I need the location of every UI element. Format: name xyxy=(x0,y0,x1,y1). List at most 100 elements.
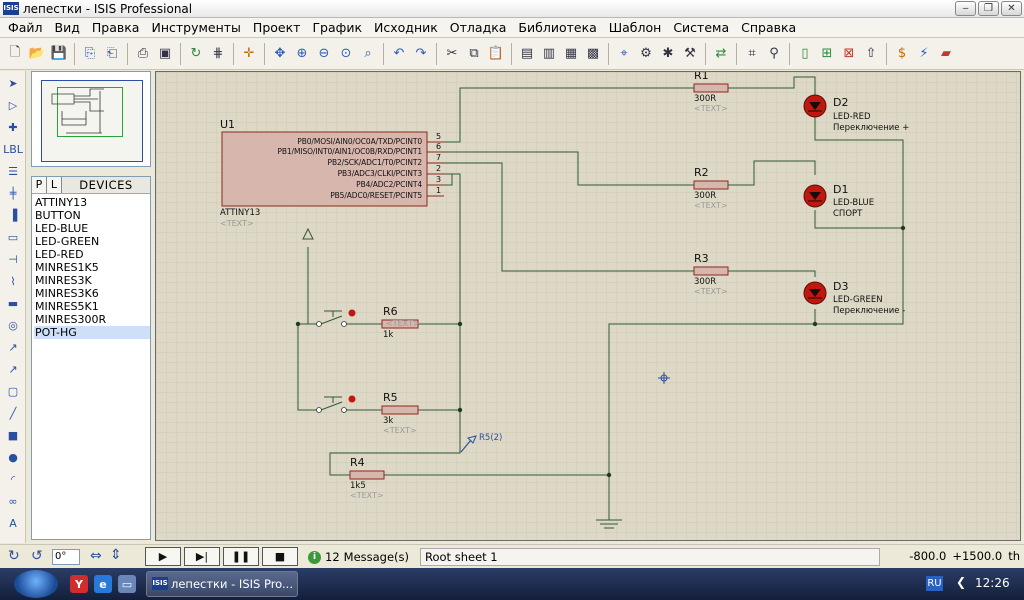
schematic-canvas[interactable]: U1 ATTINY13 <TEXT> PB0/MOSI/AIN0/OC0A/TX… xyxy=(155,71,1021,541)
arc-tool-icon[interactable]: ◜ xyxy=(2,469,24,489)
property-tool-icon[interactable]: ⚲ xyxy=(764,44,784,64)
menu-tools[interactable]: Инструменты xyxy=(145,20,246,35)
packaging-tool-icon[interactable]: ✱ xyxy=(658,44,678,64)
pan-icon[interactable]: ✥ xyxy=(270,44,290,64)
rotation-angle-field[interactable]: 0° xyxy=(52,549,80,565)
path-tool-icon[interactable]: ∞ xyxy=(2,491,24,511)
paste-icon[interactable]: 📋 xyxy=(486,44,506,64)
zoom-out-icon[interactable]: ⊖ xyxy=(314,44,334,64)
remove-sheet-icon[interactable]: ⊠ xyxy=(839,44,859,64)
ares-netlist-icon[interactable]: ▰ xyxy=(936,44,956,64)
menu-template[interactable]: Шаблон xyxy=(603,20,668,35)
mirror-horizontal-icon[interactable]: ⇔ xyxy=(90,548,102,564)
open-folder-icon[interactable]: 📂 xyxy=(27,44,47,64)
electrical-check-icon[interactable]: ⚡ xyxy=(914,44,934,64)
origin-icon[interactable]: ✛ xyxy=(239,44,259,64)
menu-debug[interactable]: Отладка xyxy=(444,20,513,35)
print-icon[interactable]: ⎙ xyxy=(133,44,153,64)
new-sheet-icon[interactable]: ▯ xyxy=(795,44,815,64)
line-tool-icon[interactable]: ╱ xyxy=(2,403,24,423)
maximize-button[interactable]: ❐ xyxy=(978,1,999,16)
buses-mode-icon[interactable]: ╪ xyxy=(2,183,24,203)
device-item[interactable]: MINRES5K1 xyxy=(34,300,150,313)
export-icon[interactable]: ⎗ xyxy=(102,44,122,64)
refresh-icon[interactable]: ↻ xyxy=(186,44,206,64)
generator-mode-icon[interactable]: ◎ xyxy=(2,315,24,335)
device-item[interactable]: ATTINY13 xyxy=(34,196,150,209)
device-item[interactable]: MINRES300R xyxy=(34,313,150,326)
print-area-icon[interactable]: ▣ xyxy=(155,44,175,64)
play-button[interactable]: ▶ xyxy=(145,547,181,566)
device-item-selected[interactable]: POT-HG xyxy=(34,326,150,339)
device-pins-mode-icon[interactable]: ⊣ xyxy=(2,249,24,269)
menu-system[interactable]: Система xyxy=(667,20,735,35)
virtual-instruments-icon[interactable]: ▢ xyxy=(2,381,24,401)
selection-mode-icon[interactable]: ➤ xyxy=(2,73,24,93)
internet-explorer-icon[interactable]: e xyxy=(94,575,112,593)
menu-source[interactable]: Исходник xyxy=(368,20,444,35)
new-file-icon[interactable]: 🗋 xyxy=(5,44,25,64)
copy-icon[interactable]: ⧉ xyxy=(464,44,484,64)
undo-icon[interactable]: ↶ xyxy=(389,44,409,64)
step-button[interactable]: ▶| xyxy=(184,547,220,566)
device-item[interactable]: MINRES3K6 xyxy=(34,287,150,300)
import-icon[interactable]: ⎘ xyxy=(80,44,100,64)
block-move-icon[interactable]: ▥ xyxy=(539,44,559,64)
tray-expand-icon[interactable]: ❮ xyxy=(956,575,966,589)
yandex-icon[interactable]: Y xyxy=(70,575,88,593)
wire-label-mode-icon[interactable]: LBL xyxy=(2,139,24,159)
library-manager-button[interactable]: L xyxy=(47,177,62,193)
device-item[interactable]: MINRES1K5 xyxy=(34,261,150,274)
block-copy-icon[interactable]: ▤ xyxy=(517,44,537,64)
menu-library[interactable]: Библиотека xyxy=(512,20,602,35)
block-delete-icon[interactable]: ▩ xyxy=(583,44,603,64)
component-mode-icon[interactable]: ▷ xyxy=(2,95,24,115)
subcircuit-mode-icon[interactable]: ▐ xyxy=(2,205,24,225)
clock[interactable]: 12:26 xyxy=(975,576,1010,590)
taskbar-item-isis[interactable]: ISIS лепестки - ISIS Pro... xyxy=(146,571,298,597)
overview-window[interactable] xyxy=(31,71,151,167)
redo-icon[interactable]: ↷ xyxy=(411,44,431,64)
minimize-button[interactable]: ‒ xyxy=(955,1,976,16)
text-script-mode-icon[interactable]: ☰ xyxy=(2,161,24,181)
language-indicator[interactable]: RU xyxy=(926,576,943,591)
show-desktop-icon[interactable]: ▭ xyxy=(118,575,136,593)
menu-edit[interactable]: Правка xyxy=(86,20,146,35)
junction-mode-icon[interactable]: ✚ xyxy=(2,117,24,137)
stop-button[interactable]: ■ xyxy=(262,547,298,566)
make-device-icon[interactable]: ⚙ xyxy=(636,44,656,64)
text-tool-icon[interactable]: A xyxy=(2,513,24,533)
pause-button[interactable]: ❚❚ xyxy=(223,547,259,566)
device-item[interactable]: BUTTON xyxy=(34,209,150,222)
save-icon[interactable]: 💾 xyxy=(49,44,69,64)
search-tag-icon[interactable]: ⌗ xyxy=(742,44,762,64)
zoom-area-icon[interactable]: ⌕ xyxy=(358,44,378,64)
device-item[interactable]: MINRES3K xyxy=(34,274,150,287)
box-tool-icon[interactable]: ■ xyxy=(2,425,24,445)
terminals-mode-icon[interactable]: ▭ xyxy=(2,227,24,247)
zoom-in-icon[interactable]: ⊕ xyxy=(292,44,312,64)
pick-device-icon[interactable]: ⌖ xyxy=(614,44,634,64)
bill-of-materials-icon[interactable]: $ xyxy=(892,44,912,64)
cut-icon[interactable]: ✂ xyxy=(442,44,462,64)
menu-design[interactable]: Проект xyxy=(247,20,307,35)
rotate-clockwise-icon[interactable]: ↻ xyxy=(8,548,20,564)
grid-icon[interactable]: ⋕ xyxy=(208,44,228,64)
zoom-all-icon[interactable]: ⊙ xyxy=(336,44,356,64)
device-item[interactable]: LED-BLUE xyxy=(34,222,150,235)
menu-graph[interactable]: График xyxy=(306,20,368,35)
menu-view[interactable]: Вид xyxy=(49,20,86,35)
start-button[interactable] xyxy=(14,570,58,598)
voltage-probe-icon[interactable]: ↗ xyxy=(2,337,24,357)
graph-mode-icon[interactable]: ⌇ xyxy=(2,271,24,291)
close-button[interactable]: ✕ xyxy=(1001,1,1022,16)
tape-recorder-icon[interactable]: ▬ xyxy=(2,293,24,313)
pick-devices-button[interactable]: P xyxy=(32,177,47,193)
add-sheet-icon[interactable]: ⊞ xyxy=(817,44,837,64)
block-rotate-icon[interactable]: ▦ xyxy=(561,44,581,64)
exit-parent-icon[interactable]: ⇧ xyxy=(861,44,881,64)
decompose-icon[interactable]: ⚒ xyxy=(680,44,700,64)
mirror-vertical-icon[interactable]: ⇕ xyxy=(110,547,122,563)
device-item[interactable]: LED-RED xyxy=(34,248,150,261)
wire-autorouter-icon[interactable]: ⇄ xyxy=(711,44,731,64)
